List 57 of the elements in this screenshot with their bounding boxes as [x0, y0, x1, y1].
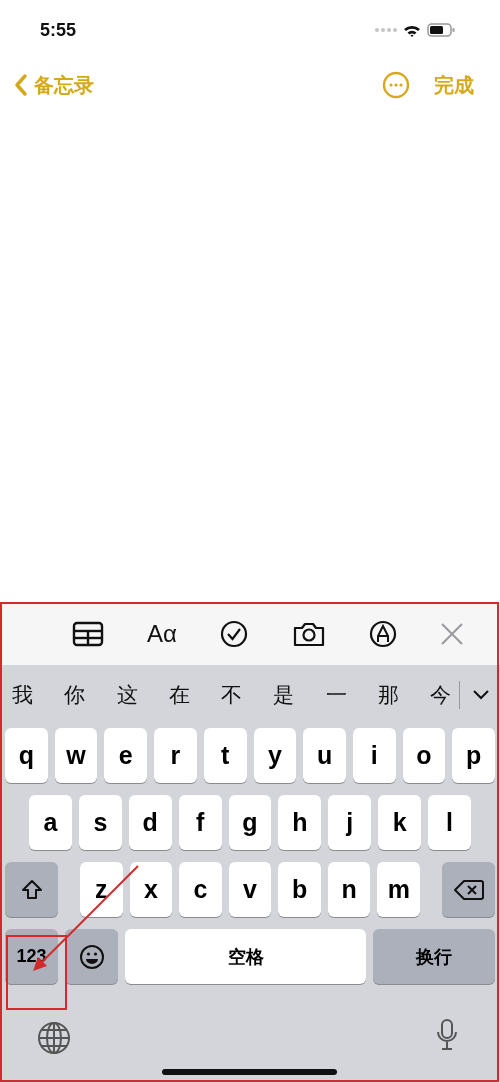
close-icon[interactable] [440, 622, 465, 646]
delete-key[interactable] [442, 862, 496, 917]
letter-key[interactable]: q [5, 728, 48, 783]
text-format-button[interactable]: Aα [147, 620, 177, 648]
microphone-icon[interactable] [436, 1018, 458, 1052]
delete-icon [453, 878, 484, 901]
space-key[interactable]: 空格 [125, 929, 366, 984]
emoji-key[interactable] [65, 929, 118, 984]
letter-key[interactable]: b [278, 862, 321, 917]
chevron-left-icon [14, 73, 28, 97]
letter-key[interactable]: k [378, 795, 422, 850]
smiley-icon [78, 943, 105, 970]
letter-key[interactable]: t [203, 728, 247, 783]
battery-icon [427, 23, 455, 37]
status-time: 5:55 [40, 19, 77, 41]
letter-key[interactable]: l [428, 795, 471, 850]
pen-circle-icon[interactable] [368, 620, 397, 648]
letter-key[interactable]: w [54, 728, 98, 783]
letter-key[interactable]: p [452, 728, 496, 783]
candidate-word[interactable]: 我 [12, 681, 33, 709]
letter-key[interactable]: m [377, 862, 421, 917]
cellular-signal-icon [375, 28, 397, 32]
letter-key[interactable]: v [228, 862, 272, 917]
letter-key[interactable]: y [253, 728, 297, 783]
candidate-word[interactable]: 在 [168, 681, 190, 709]
letter-key[interactable]: n [327, 862, 371, 917]
wifi-icon [403, 23, 421, 37]
camera-icon[interactable] [291, 620, 326, 648]
letter-key[interactable]: c [179, 862, 222, 917]
letter-key[interactable]: f [178, 795, 222, 850]
candidate-word[interactable]: 不 [221, 681, 242, 709]
letter-key[interactable]: x [129, 862, 173, 917]
letter-key[interactable]: r [154, 728, 197, 783]
candidate-word[interactable]: 今 [430, 681, 451, 709]
letter-key[interactable]: h [278, 795, 322, 850]
candidate-word[interactable]: 那 [377, 681, 399, 709]
candidate-word[interactable]: 你 [64, 681, 86, 709]
letter-key[interactable]: o [402, 728, 446, 783]
letter-key[interactable]: d [128, 795, 172, 850]
candidate-word[interactable]: 这 [116, 681, 138, 709]
letter-key[interactable]: i [352, 728, 396, 783]
letter-key[interactable]: u [303, 728, 346, 783]
candidate-word[interactable]: 一 [325, 681, 347, 709]
globe-icon[interactable] [37, 1021, 71, 1055]
candidate-word[interactable]: 是 [273, 681, 295, 709]
letter-key[interactable]: e [104, 728, 148, 783]
return-key[interactable]: 换行 [373, 929, 495, 984]
letter-key[interactable]: g [228, 795, 272, 850]
letter-key[interactable]: z [80, 862, 123, 917]
shift-arrow-icon [19, 877, 44, 902]
shift-key[interactable] [5, 862, 58, 917]
letter-key[interactable]: a [29, 795, 72, 850]
letter-key[interactable]: s [78, 795, 122, 850]
checkmark-circle-icon[interactable] [220, 620, 249, 648]
chevron-down-icon[interactable] [472, 689, 490, 701]
table-icon[interactable] [71, 621, 104, 647]
letter-key[interactable]: j [328, 795, 372, 850]
